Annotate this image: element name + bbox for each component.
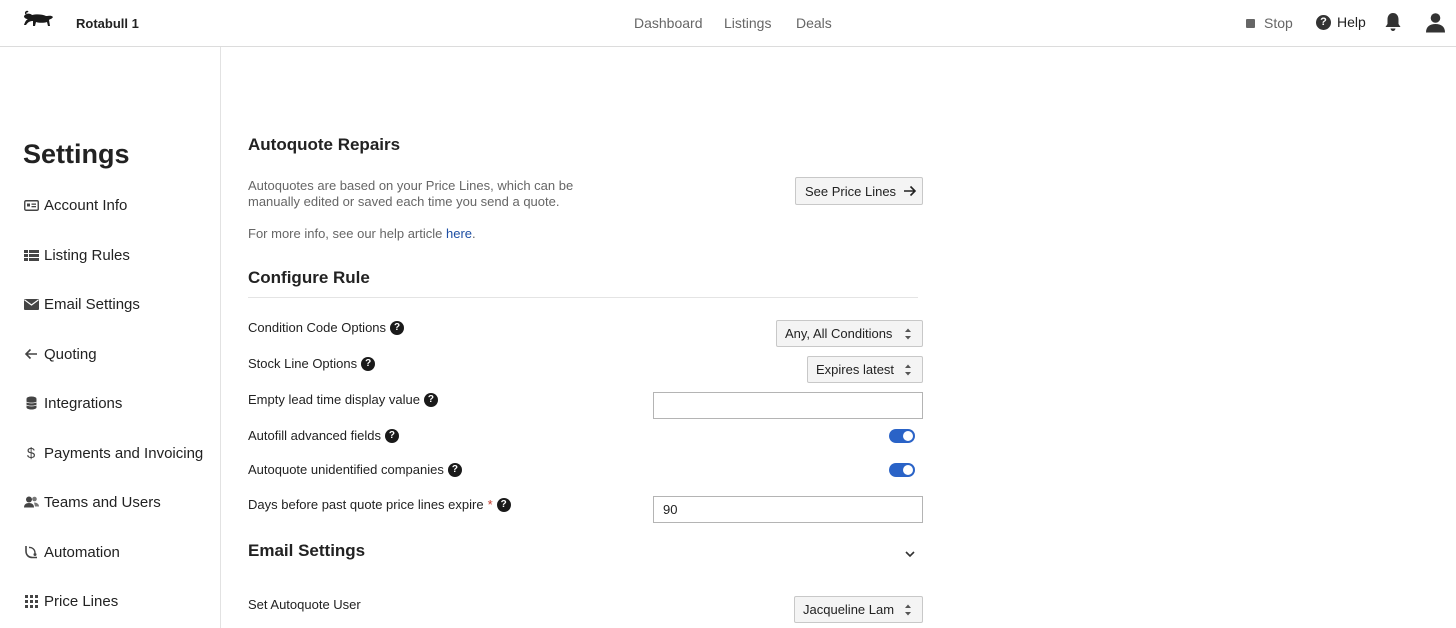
stop-icon [1246,18,1255,28]
see-price-lines-label: See Price Lines [805,183,897,199]
automation-icon [23,544,39,560]
autoquote-desc-line2: manually edited or saved each time you s… [248,194,560,209]
arrow-left-icon [23,346,39,362]
days-expire-label: Days before past quote price lines expir… [248,497,511,512]
autoquote-description: Autoquotes are based on your Price Lines… [248,178,573,210]
sidebar-item-teams-users[interactable]: Teams and Users [23,491,161,513]
stop-button[interactable]: Stop [1246,15,1293,31]
table-icon [23,247,39,263]
users-icon [23,494,39,510]
autoquote-desc-line1: Autoquotes are based on your Price Lines… [248,178,574,193]
bull-logo-icon[interactable] [22,10,54,32]
sidebar-title: Settings [23,139,130,169]
sidebar-item-label: Quoting [44,345,97,363]
autoquote-user-select[interactable]: Jacqueline Lam [794,596,923,623]
sidebar-item-email-settings[interactable]: Email Settings [23,293,140,315]
question-icon[interactable]: ? [447,462,462,477]
nav-listings[interactable]: Listings [724,15,771,31]
database-icon [23,395,39,411]
sidebar-item-label: Email Settings [44,295,140,313]
see-price-lines-button[interactable]: See Price Lines [795,177,923,205]
unidentified-companies-label: Autoquote unidentified companies ? [248,462,462,477]
sidebar-item-price-lines[interactable]: Price Lines [23,590,118,612]
stop-label: Stop [1264,15,1293,31]
sidebar-item-quoting[interactable]: Quoting [23,343,97,365]
configure-rule-title: Configure Rule [248,268,370,287]
brand-name[interactable]: Rotabull 1 [76,16,139,31]
unidentified-companies-text: Autoquote unidentified companies [248,462,444,477]
toggle-knob [903,465,913,475]
stock-line-text: Stock Line Options [248,356,358,371]
autofill-text: Autofill advanced fields [248,428,381,443]
sidebar-item-automation[interactable]: Automation [23,541,120,563]
condition-code-text: Condition Code Options [248,320,387,335]
email-settings-title: Email Settings [248,541,366,560]
arrow-right-icon [904,185,917,197]
top-navbar: Rotabull 1 Dashboard Listings Deals Stop… [0,0,1456,47]
help-text-prefix: For more info, see our help article [248,226,446,241]
question-icon[interactable]: ? [423,392,438,407]
autofill-toggle[interactable] [889,429,915,443]
autoquote-user-value: Jacqueline Lam [803,602,895,617]
empty-lead-time-text: Empty lead time display value [248,392,420,407]
select-caret-icon [905,364,911,376]
condition-code-label: Condition Code Options ? [248,320,405,335]
user-icon[interactable] [1425,12,1446,33]
envelope-icon [23,296,39,312]
id-card-icon [23,197,39,213]
help-article-text: For more info, see our help article here… [248,226,476,242]
autoquote-user-text: Set Autoquote User [248,597,361,612]
days-expire-input[interactable]: 90 [653,496,923,523]
section-divider [248,297,918,298]
sidebar-item-label: Listing Rules [44,246,130,264]
empty-lead-time-input[interactable] [653,392,923,419]
empty-lead-time-label: Empty lead time display value ? [248,392,438,407]
sidebar-item-listing-rules[interactable]: Listing Rules [23,244,130,266]
autofill-label: Autofill advanced fields ? [248,428,399,443]
stock-line-value: Expires latest [816,362,895,377]
help-text-suffix: . [472,226,476,241]
question-icon[interactable]: ? [390,320,405,335]
question-icon[interactable]: ? [384,428,399,443]
sidebar-item-label: Teams and Users [44,493,161,511]
nav-dashboard[interactable]: Dashboard [634,15,703,31]
sidebar-item-label: Price Lines [44,592,119,610]
sidebar-item-label: Integrations [44,394,123,412]
select-caret-icon [905,604,911,616]
nav-deals[interactable]: Deals [796,15,832,31]
stock-line-select[interactable]: Expires latest [807,356,923,383]
sidebar-item-label: Automation [44,543,120,561]
autoquote-user-label: Set Autoquote User [248,597,361,612]
question-icon[interactable]: ? [361,356,376,371]
dollar-icon: $ [26,444,36,462]
sidebar-item-label: Account Info [44,196,128,214]
sidebar-item-account-info[interactable]: Account Info [23,194,127,216]
help-label: Help [1337,14,1366,30]
help-button[interactable]: ? Help [1316,14,1366,30]
sidebar-item-integrations[interactable]: Integrations [23,392,122,414]
required-marker: * [487,497,493,512]
help-circle-icon: ? [1316,14,1331,30]
chevron-down-icon[interactable] [904,549,916,559]
condition-code-select[interactable]: Any, All Conditions [776,320,923,347]
help-article-link[interactable]: here [446,226,472,241]
select-caret-icon [905,328,911,340]
sidebar-item-payments[interactable]: $ Payments and Invoicing [23,442,203,464]
question-icon[interactable]: ? [496,497,511,512]
toggle-knob [903,431,913,441]
autoquote-repairs-title: Autoquote Repairs [248,135,401,154]
sidebar-item-label: Payments and Invoicing [44,444,204,462]
stock-line-label: Stock Line Options ? [248,356,376,371]
grid-icon [23,593,39,609]
condition-code-value: Any, All Conditions [785,326,893,341]
unidentified-companies-toggle[interactable] [889,463,915,477]
bell-icon[interactable] [1384,12,1402,32]
days-expire-text: Days before past quote price lines expir… [248,497,484,512]
